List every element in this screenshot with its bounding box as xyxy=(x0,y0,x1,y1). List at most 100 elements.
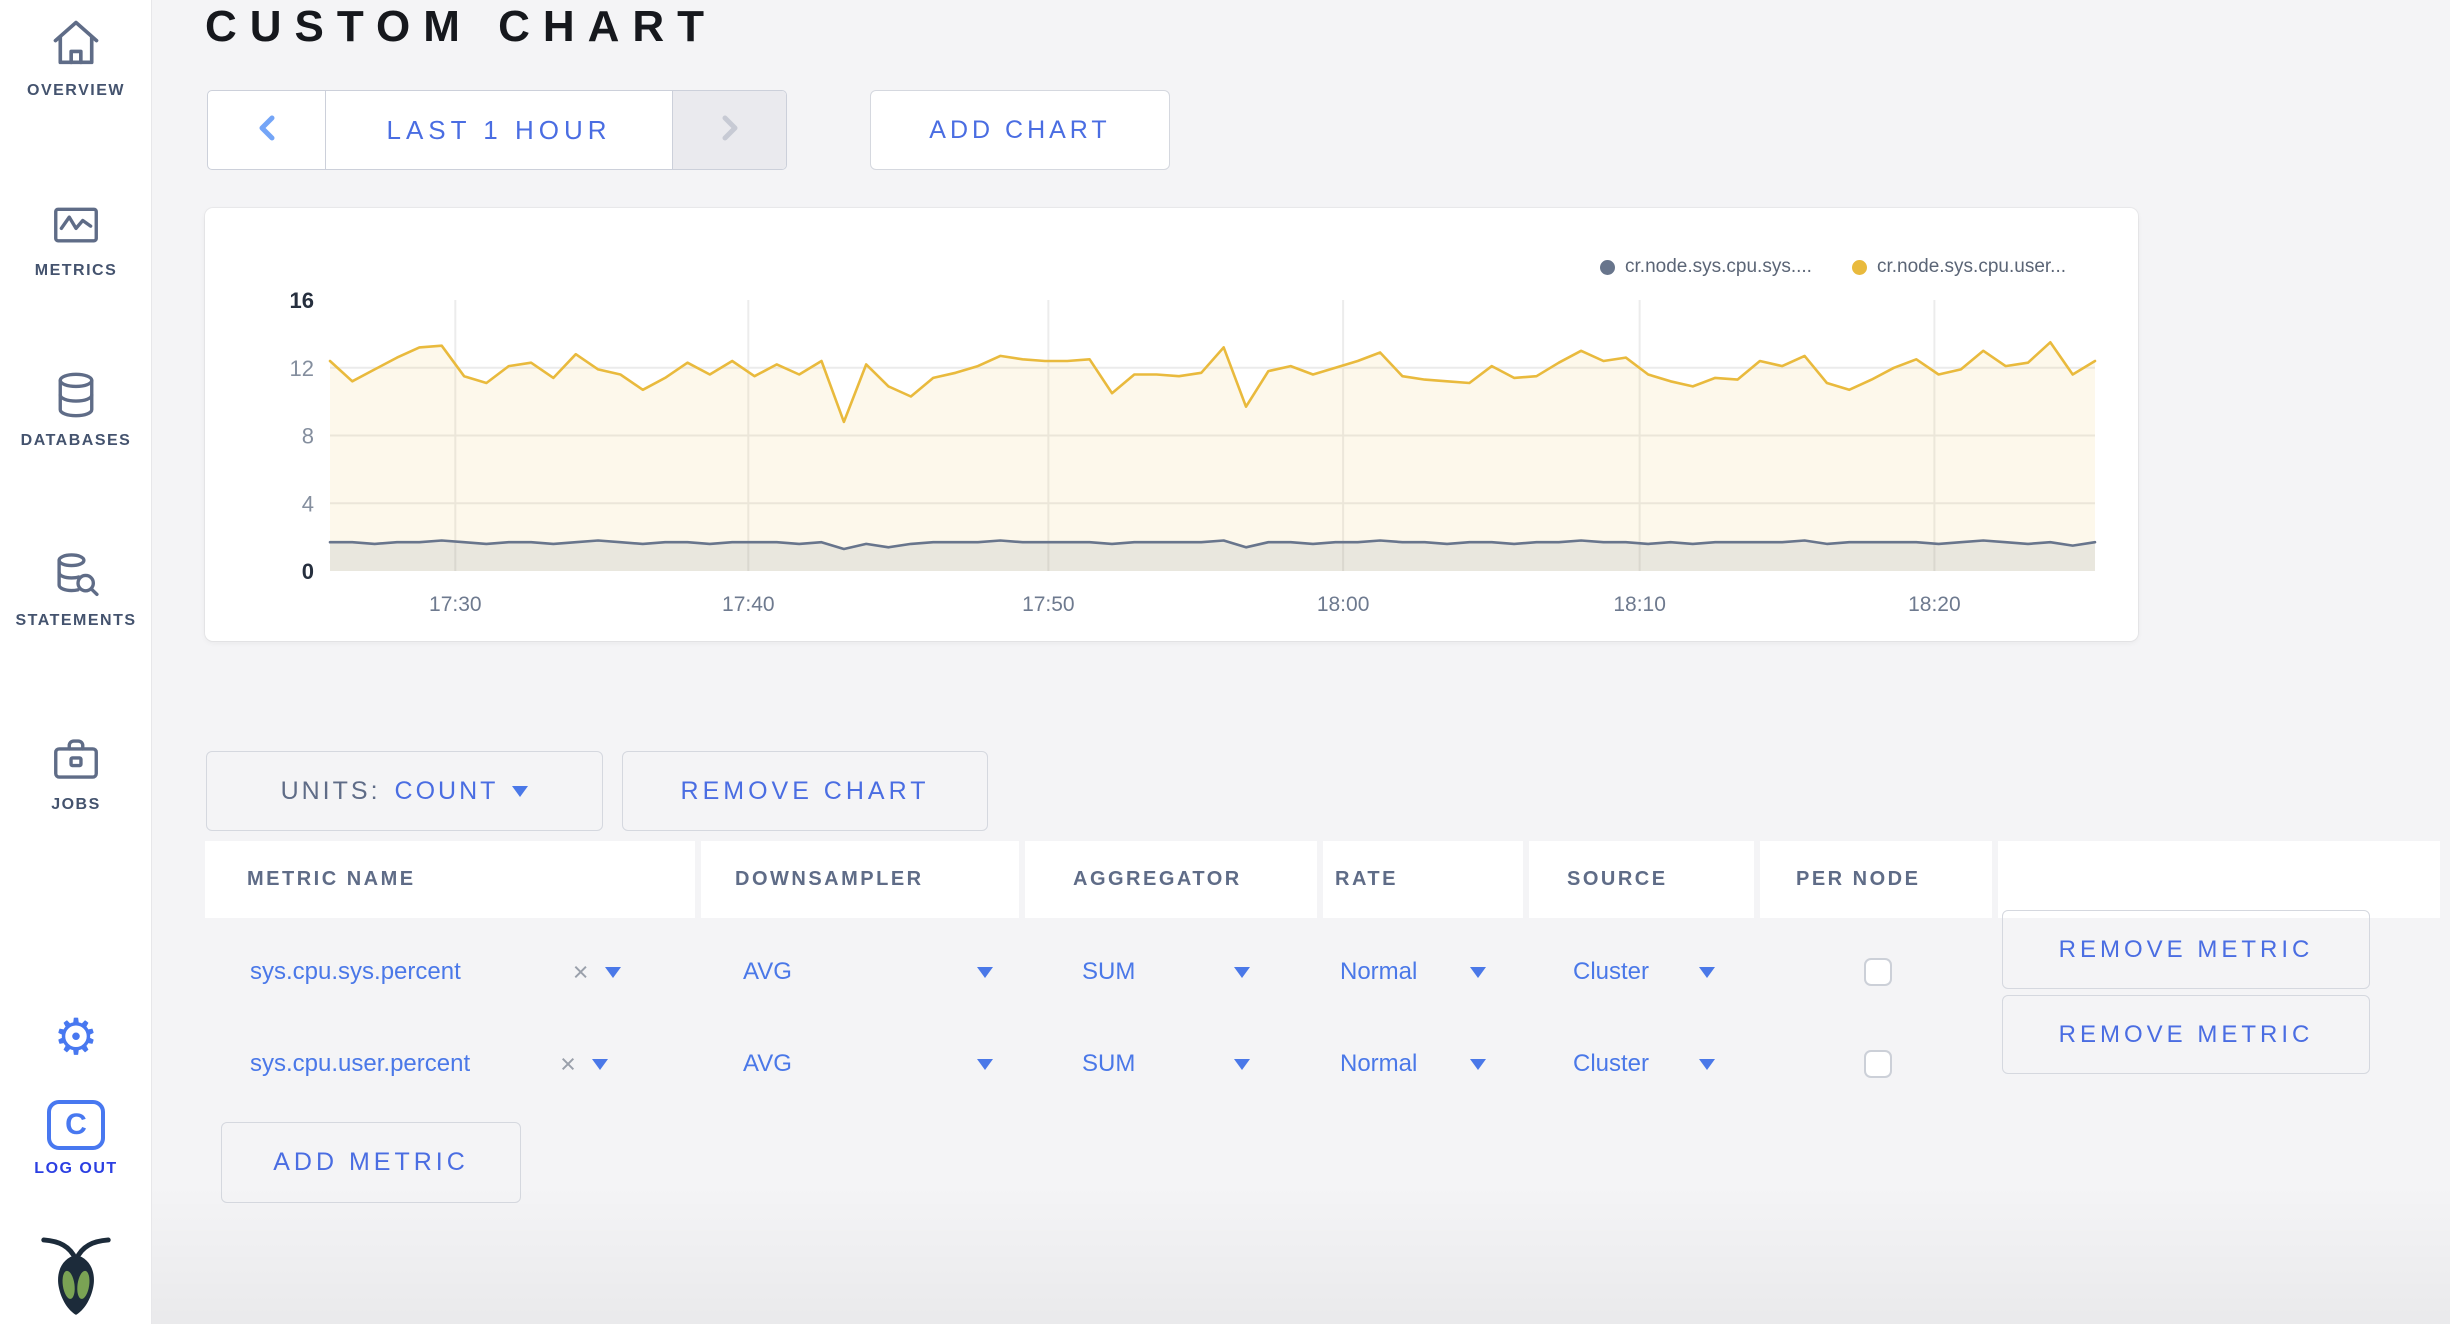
remove-chart-button[interactable]: REMOVE CHART xyxy=(622,751,988,831)
bottom-shadow xyxy=(152,1184,2450,1324)
cockroach-bug-icon xyxy=(39,1232,113,1318)
dropdown-caret-icon xyxy=(1234,1058,1250,1070)
page-title: CUSTOM CHART xyxy=(205,2,718,51)
cockroach-c-icon: C xyxy=(47,1100,105,1150)
sidebar-item-jobs[interactable]: JOBS xyxy=(0,732,152,814)
svg-text:18:00: 18:00 xyxy=(1317,593,1370,616)
custom-chart-page: OVERVIEW METRICS DATABASES STATEMENTS JO… xyxy=(0,0,2450,1324)
database-icon xyxy=(49,368,103,422)
remove-metric-button[interactable]: REMOVE METRIC xyxy=(2002,995,2370,1074)
svg-text:17:40: 17:40 xyxy=(722,593,775,616)
legend-dot-user xyxy=(1851,259,1867,275)
sidebar-item-statements[interactable]: STATEMENTS xyxy=(0,548,152,630)
sidebar-item-databases[interactable]: DATABASES xyxy=(0,368,152,450)
dropdown-caret-icon xyxy=(512,785,529,797)
sidebar-item-label: STATEMENTS xyxy=(15,612,137,629)
statements-icon xyxy=(49,548,103,602)
aggregator-select[interactable]: SUM xyxy=(1082,944,1250,1000)
dropdown-caret-icon xyxy=(1470,1058,1486,1070)
dropdown-caret-icon xyxy=(1234,966,1250,978)
svg-text:8: 8 xyxy=(302,424,314,449)
svg-text:17:50: 17:50 xyxy=(1022,593,1075,616)
dropdown-caret-icon xyxy=(604,966,621,978)
downsampler-select[interactable]: AVG xyxy=(743,944,993,1000)
svg-text:4: 4 xyxy=(302,491,314,516)
sidebar-item-label: METRICS xyxy=(34,262,118,279)
col-header-source: SOURCE xyxy=(1529,841,1754,918)
sidebar-item-label: OVERVIEW xyxy=(27,82,125,99)
downsampler-value: AVG xyxy=(743,958,792,985)
legend-item-user: cr.node.sys.cpu.user... xyxy=(1851,256,2066,278)
metric-name: sys.cpu.user.percent xyxy=(250,1050,471,1077)
chart-legend: cr.node.sys.cpu.sys.... cr.node.sys.cpu.… xyxy=(1600,256,2066,278)
svg-text:17:30: 17:30 xyxy=(429,593,482,616)
logout-label: LOG OUT xyxy=(34,1160,118,1177)
source-value: Cluster xyxy=(1573,958,1650,985)
chevron-right-icon xyxy=(717,113,743,148)
col-header-actions-blank xyxy=(1998,841,2440,918)
rate-select[interactable]: Normal xyxy=(1340,944,1486,1000)
logout-button[interactable]: C LOG OUT xyxy=(0,1100,152,1178)
dropdown-caret-icon xyxy=(977,1058,993,1070)
chart-card: 17:30 17:40 17:50 18:00 18:10 18:20 0 4 8 12 16 cr… xyxy=(205,208,2138,641)
time-next-button-disabled[interactable] xyxy=(672,91,786,169)
dropdown-caret-icon xyxy=(1470,966,1486,978)
dropdown-caret-icon xyxy=(591,1058,608,1070)
metric-name-dropdown[interactable]: sys.cpu.user.percent × xyxy=(250,1036,608,1092)
metric-name-dropdown[interactable]: sys.cpu.sys.percent × xyxy=(250,944,621,1000)
svg-text:0: 0 xyxy=(302,559,314,584)
rate-select[interactable]: Normal xyxy=(1340,1036,1486,1092)
home-icon xyxy=(47,14,105,72)
aggregator-select[interactable]: SUM xyxy=(1082,1036,1250,1092)
downsampler-select[interactable]: AVG xyxy=(743,1036,993,1092)
svg-text:16: 16 xyxy=(290,288,314,313)
svg-text:18:10: 18:10 xyxy=(1613,593,1666,616)
col-header-downsampler: DOWNSAMPLER xyxy=(701,841,1019,918)
sidebar-item-label: JOBS xyxy=(51,796,101,813)
source-value: Cluster xyxy=(1573,1050,1650,1077)
rate-value: Normal xyxy=(1340,1050,1418,1077)
source-select[interactable]: Cluster xyxy=(1573,944,1715,1000)
chevron-left-icon xyxy=(254,113,280,148)
downsampler-value: AVG xyxy=(743,1050,792,1077)
add-chart-button[interactable]: ADD CHART xyxy=(870,90,1170,170)
legend-dot-sys xyxy=(1600,259,1616,275)
legend-label-user: cr.node.sys.cpu.user... xyxy=(1876,256,2066,277)
sidebar-item-label: DATABASES xyxy=(20,432,132,449)
time-prev-button[interactable] xyxy=(208,91,326,169)
time-range-label[interactable]: LAST 1 HOUR xyxy=(326,91,672,169)
aggregator-value: SUM xyxy=(1082,1050,1136,1077)
svg-text:18:20: 18:20 xyxy=(1908,593,1961,616)
remove-metric-button[interactable]: REMOVE METRIC xyxy=(2002,910,2370,989)
aggregator-value: SUM xyxy=(1082,958,1136,985)
gear-icon: ⚙ xyxy=(53,1008,99,1066)
legend-label-sys: cr.node.sys.cpu.sys.... xyxy=(1625,256,1812,277)
col-header-aggregator: AGGREGATOR xyxy=(1025,841,1317,918)
units-value: COUNT xyxy=(394,776,499,805)
units-dropdown[interactable]: UNITS: COUNT xyxy=(206,751,603,831)
metric-name: sys.cpu.sys.percent xyxy=(250,958,461,985)
clear-metric-icon[interactable]: × xyxy=(560,1049,576,1080)
per-node-checkbox[interactable] xyxy=(1864,1050,1892,1078)
col-header-per-node: PER NODE xyxy=(1760,841,1992,918)
sidebar: OVERVIEW METRICS DATABASES STATEMENTS JO… xyxy=(0,0,152,1324)
dropdown-caret-icon xyxy=(1699,966,1715,978)
units-label: UNITS: xyxy=(280,776,381,805)
cockroach-logo xyxy=(0,1232,152,1318)
per-node-checkbox[interactable] xyxy=(1864,958,1892,986)
add-metric-button[interactable]: ADD METRIC xyxy=(221,1122,521,1203)
metrics-icon xyxy=(49,198,103,252)
dropdown-caret-icon xyxy=(1699,1058,1715,1070)
svg-text:12: 12 xyxy=(290,356,314,381)
col-header-metric-name: METRIC NAME xyxy=(205,841,695,918)
sidebar-item-overview[interactable]: OVERVIEW xyxy=(0,14,152,100)
source-select[interactable]: Cluster xyxy=(1573,1036,1715,1092)
time-range-selector: LAST 1 HOUR xyxy=(207,90,787,170)
rate-value: Normal xyxy=(1340,958,1418,985)
sidebar-item-metrics[interactable]: METRICS xyxy=(0,198,152,280)
clear-metric-icon[interactable]: × xyxy=(573,957,589,988)
dropdown-caret-icon xyxy=(977,966,993,978)
settings-button[interactable]: ⚙ xyxy=(0,1012,152,1062)
briefcase-icon xyxy=(49,732,103,786)
legend-item-sys: cr.node.sys.cpu.sys.... xyxy=(1600,256,1812,278)
